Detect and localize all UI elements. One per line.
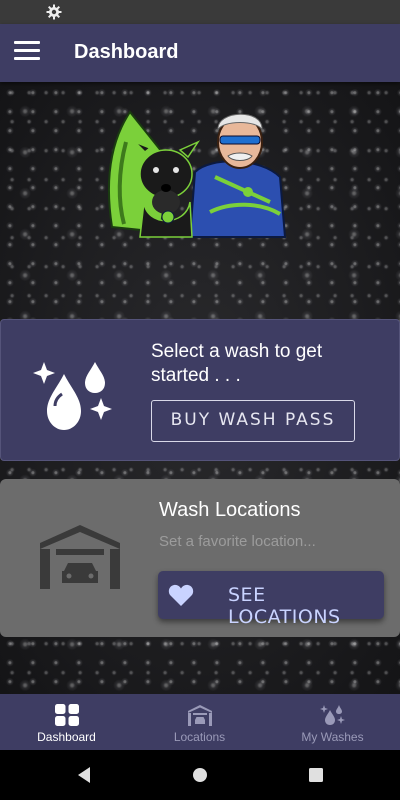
recents-icon[interactable] [306,765,326,785]
see-locations-label: SEE LOCATIONS [228,584,341,628]
buy-wash-pass-button[interactable]: BUY WASH PASS [151,400,355,442]
app-bar: Dashboard [0,24,400,82]
dashboard-content[interactable]: Select a wash to get started . . . BUY W… [0,82,400,694]
nav-my-washes-label: My Washes [301,730,364,744]
home-icon[interactable] [190,765,210,785]
back-icon[interactable] [74,765,94,785]
see-locations-button[interactable]: SEE LOCATIONS [158,571,384,628]
nav-dashboard[interactable]: Dashboard [0,694,133,750]
favorite-location-hint: Set a favorite location... [159,533,316,550]
bottom-nav: Dashboard Locations My Washes [0,694,400,750]
hamburger-icon [14,41,40,44]
status-bar [0,0,400,24]
select-wash-prompt: Select a wash to get started . . . [151,341,323,386]
garage-icon [40,525,120,589]
heart-icon [168,584,194,606]
dashboard-grid-icon [55,704,79,726]
garage-icon [188,705,212,726]
gear-icon [46,4,62,20]
nav-my-washes[interactable]: My Washes [266,694,399,750]
menu-button[interactable] [14,41,40,65]
nav-locations-label: Locations [173,730,226,744]
nav-dashboard-label: Dashboard [37,730,96,744]
drops-sparkle-icon [33,362,112,430]
page-title: Dashboard [74,41,179,63]
mascot-logo [108,110,287,238]
drops-sparkle-icon [320,705,345,725]
wash-locations-card: Wash Locations Set a favorite location..… [0,479,400,637]
select-wash-card: Select a wash to get started . . . BUY W… [0,319,400,461]
wash-locations-title: Wash Locations [159,499,301,521]
system-nav-bar [0,750,400,800]
nav-locations[interactable]: Locations [133,694,266,750]
